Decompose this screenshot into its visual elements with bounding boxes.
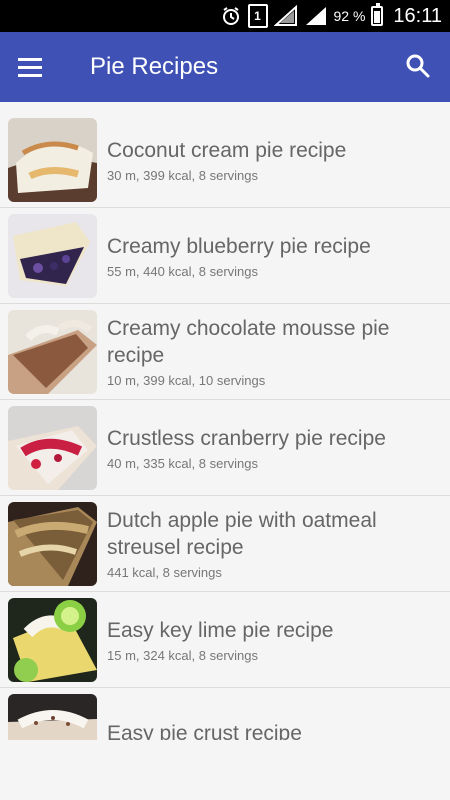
recipe-item[interactable]: Easy key lime pie recipe 15 m, 324 kcal,…	[0, 592, 450, 688]
recipe-title: Dutch apple pie with oatmeal streusel re…	[107, 509, 377, 559]
recipe-thumbnail	[8, 214, 97, 298]
recipe-text: Coconut cream pie recipe 30 m, 399 kcal,…	[107, 112, 442, 207]
recipe-thumbnail	[8, 694, 97, 740]
recipe-title: Easy pie crust recipe	[107, 722, 302, 740]
recipe-item[interactable]: Creamy chocolate mousse pie recipe 10 m,…	[0, 304, 450, 400]
recipe-text: Easy key lime pie recipe 15 m, 324 kcal,…	[107, 592, 442, 687]
recipe-thumbnail	[8, 502, 97, 586]
recipe-title: Creamy chocolate mousse pie recipe	[107, 317, 390, 367]
recipe-item[interactable]: Dutch apple pie with oatmeal streusel re…	[0, 496, 450, 592]
status-time: 16:11	[393, 4, 442, 27]
recipe-text: Dutch apple pie with oatmeal streusel re…	[107, 496, 442, 591]
recipe-text: Crustless cranberry pie recipe 40 m, 335…	[107, 400, 442, 495]
recipe-item[interactable]: Creamy blueberry pie recipe 55 m, 440 kc…	[0, 208, 450, 304]
recipe-meta: 15 m, 324 kcal, 8 servings	[107, 647, 259, 663]
recipe-thumbnail	[8, 118, 97, 202]
recipe-thumbnail	[8, 598, 97, 682]
recipe-text: Easy pie crust recipe	[107, 688, 442, 740]
recipe-item[interactable]: Coconut cream pie recipe 30 m, 399 kcal,…	[0, 112, 450, 208]
recipe-meta: 30 m, 399 kcal, 8 servings	[107, 167, 259, 183]
recipe-title: Coconut cream pie recipe	[107, 138, 347, 162]
recipe-meta: 10 m, 399 kcal, 10 servings	[107, 373, 266, 388]
page-title: Pie Recipes	[90, 53, 219, 80]
recipe-meta: 441 kcal, 8 servings	[107, 565, 222, 580]
menu-icon[interactable]	[18, 52, 52, 82]
sim-icon: 1	[247, 4, 268, 28]
signal-icon	[305, 7, 326, 25]
recipe-title: Creamy blueberry pie recipe	[107, 234, 371, 258]
recipe-item[interactable]: Crustless cranberry pie recipe 40 m, 335…	[0, 400, 450, 496]
app-bar: Pie Recipes	[0, 32, 450, 102]
recipe-meta: 55 m, 440 kcal, 8 servings	[107, 263, 259, 279]
recipe-thumbnail	[8, 310, 97, 394]
recipe-item[interactable]: Easy pie crust recipe	[0, 688, 450, 740]
recipe-title: Crustless cranberry pie recipe	[107, 426, 386, 450]
recipe-thumbnail	[8, 406, 97, 490]
bottom-area	[0, 740, 450, 800]
alarm-icon	[222, 7, 239, 25]
battery-icon	[371, 3, 384, 26]
recipe-text: Creamy chocolate mousse pie recipe 10 m,…	[107, 304, 442, 399]
battery-percent: 92 %	[333, 8, 366, 24]
status-bar: 1 92 % 16:11	[0, 0, 450, 32]
recipe-title: Easy key lime pie recipe	[107, 618, 334, 642]
search-icon[interactable]	[404, 52, 432, 80]
signal-icon	[273, 5, 297, 26]
recipe-text: Creamy blueberry pie recipe 55 m, 440 kc…	[107, 208, 442, 303]
recipe-meta: 40 m, 335 kcal, 8 servings	[107, 455, 259, 471]
status-icons: 1 92 % 16:11	[220, 0, 442, 32]
recipe-list[interactable]: Coconut cream pie recipe 30 m, 399 kcal,…	[0, 112, 450, 740]
